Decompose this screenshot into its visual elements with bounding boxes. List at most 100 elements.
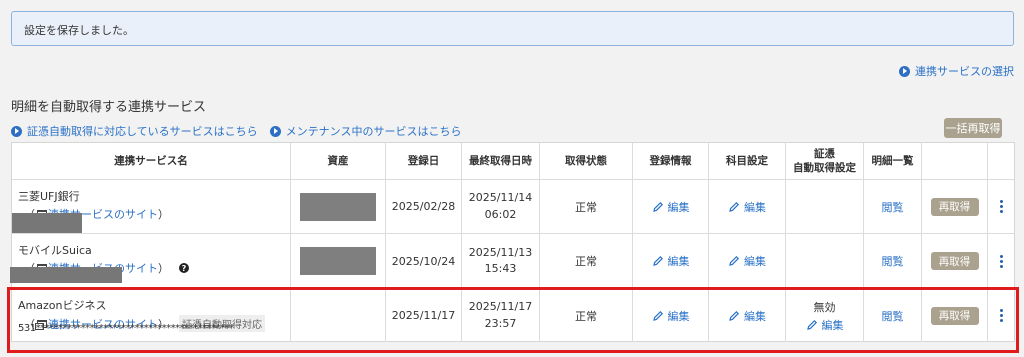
pencil-icon: [729, 201, 740, 212]
edit-label: 編集: [667, 309, 690, 323]
reg-info-cell: 編集: [633, 234, 709, 288]
paren-close: ）: [158, 262, 169, 275]
cert-setting-cell: 無効 編集: [786, 289, 864, 342]
account-setting-cell: 編集: [709, 180, 786, 233]
masked-asset: [300, 247, 376, 275]
menu-cell: [988, 234, 1014, 288]
service-cell: 三菱UFJ銀行 （ 連携サービスのサイト ）: [12, 180, 291, 233]
edit-label: 編集: [744, 309, 766, 323]
arrow-circle-icon: [269, 125, 281, 137]
fetched-date: 2025/11/13: [468, 245, 533, 259]
edit-account-link[interactable]: 編集: [728, 308, 766, 324]
edit-label: 編集: [744, 255, 766, 268]
edit-registration-link[interactable]: 編集: [652, 308, 690, 324]
help-links: 証憑自動取得に対応しているサービスはこちら メンテナンス中のサービスはこちら: [11, 123, 461, 139]
edit-label: 編集: [667, 255, 690, 268]
table-row: 三菱UFJ銀行 （ 連携サービスのサイト ） 2025/02/28 2025/1…: [12, 180, 1014, 234]
header-status: 取得状態: [540, 143, 633, 179]
header-reg-info: 登録情報: [633, 143, 709, 179]
edit-label: 編集: [667, 200, 690, 214]
view-details-link[interactable]: 閲覧: [882, 308, 904, 324]
refetch-cell: 再取得: [922, 234, 988, 288]
cert-supported-label: 証憑自動取得に対応しているサービスはこちら: [27, 125, 258, 138]
masked-asset: [300, 192, 376, 221]
edit-registration-link[interactable]: 編集: [652, 253, 690, 269]
section-title: 明細を自動取得する連携サービス: [11, 100, 207, 115]
edit-account-link[interactable]: 編集: [728, 199, 766, 215]
pencil-icon: [652, 310, 663, 321]
pencil-icon: [652, 201, 663, 212]
account-setting-cell: 編集: [709, 289, 786, 342]
account-number: 531*************************************…: [18, 323, 234, 334]
refetch-button[interactable]: 再取得: [930, 306, 979, 325]
cert-setting-cell: [786, 234, 864, 288]
last-fetched: 2025/11/14 06:02: [462, 180, 540, 233]
kebab-menu-icon[interactable]: [999, 309, 1003, 322]
kebab-menu-icon[interactable]: [999, 200, 1003, 213]
notice-text: 設定を保存しました。: [24, 24, 134, 37]
service-cell: Amazonビジネス （ 連携サービスのサイト ） 証憑自動取得対応 531**…: [12, 289, 291, 342]
details-cell: 閲覧: [864, 180, 922, 233]
header-asset: 資産: [291, 143, 386, 179]
edit-account-link[interactable]: 編集: [728, 253, 766, 269]
refetch-button[interactable]: 再取得: [930, 197, 979, 216]
table-row: Amazonビジネス （ 連携サービスのサイト ） 証憑自動取得対応 531**…: [12, 289, 1014, 342]
asset-cell: [291, 234, 386, 288]
pencil-icon: [729, 310, 740, 321]
menu-cell: [988, 180, 1014, 233]
service-cell: モバイルSuica （ 連携サービスのサイト ） ?: [10, 234, 291, 288]
registered-date: 2025/10/24: [386, 234, 462, 288]
last-fetched: 2025/11/17 23:57: [462, 289, 540, 342]
refetch-cell: 再取得: [922, 180, 988, 233]
cert-supported-link[interactable]: 証憑自動取得に対応しているサービスはこちら: [11, 123, 258, 139]
arrow-circle-icon: [11, 125, 22, 137]
edit-label: 編集: [821, 318, 844, 332]
service-name: 三菱UFJ銀行: [18, 190, 80, 203]
header-blank: [922, 143, 988, 179]
maintenance-link[interactable]: メンテナンス中のサービスはこちら: [269, 123, 462, 139]
fetched-date: 2025/11/17: [468, 300, 533, 313]
view-details-link[interactable]: 閲覧: [882, 253, 904, 269]
save-notice: 設定を保存しました。: [11, 11, 1014, 46]
status: 正常: [540, 234, 633, 288]
help-icon[interactable]: ?: [179, 263, 189, 273]
edit-cert-link[interactable]: 編集: [806, 317, 844, 333]
cert-status: 無効: [813, 300, 836, 314]
arrow-circle-icon: [899, 65, 910, 77]
header-blank-menu: [988, 143, 1014, 179]
header-cert-line1: 証憑: [814, 147, 835, 160]
reg-info-cell: 編集: [633, 180, 709, 233]
edit-label: 編集: [744, 200, 766, 214]
fetched-time: 15:43: [484, 262, 517, 275]
status: 正常: [540, 180, 633, 233]
maintenance-label: メンテナンス中のサービスはこちら: [285, 125, 462, 138]
cert-setting-cell: [786, 180, 864, 233]
details-cell: 閲覧: [864, 289, 922, 342]
registered-date: 2025/02/28: [386, 180, 462, 233]
header-cert-line2: 自動取得設定: [793, 162, 856, 174]
details-cell: 閲覧: [864, 234, 922, 288]
account-setting-cell: 編集: [709, 234, 786, 288]
header-service: 連携サービス名: [12, 143, 291, 179]
status: 正常: [540, 289, 633, 342]
refetch-button[interactable]: 再取得: [930, 252, 979, 270]
pencil-icon: [652, 255, 663, 266]
header-account-setting: 科目設定: [709, 143, 786, 179]
service-name: Amazonビジネス: [18, 299, 107, 312]
registered-date: 2025/11/17: [386, 289, 462, 342]
select-service-label: 連携サービスの選択: [915, 65, 1014, 78]
header-details: 明細一覧: [864, 143, 922, 179]
header-last-fetched: 最終取得日時: [462, 143, 540, 179]
service-name: モバイルSuica: [18, 244, 92, 257]
asset-cell: [291, 289, 386, 342]
select-service-link[interactable]: 連携サービスの選択: [899, 63, 1014, 79]
pencil-icon: [729, 255, 740, 266]
asset-cell: [291, 180, 386, 233]
kebab-menu-icon[interactable]: [999, 254, 1003, 268]
menu-cell: [988, 289, 1014, 342]
view-details-link[interactable]: 閲覧: [882, 199, 904, 215]
refetch-cell: 再取得: [922, 289, 988, 342]
edit-registration-link[interactable]: 編集: [652, 199, 690, 215]
bulk-refetch-button[interactable]: 一括再取得: [944, 118, 1002, 138]
last-fetched: 2025/11/13 15:43: [462, 234, 540, 288]
